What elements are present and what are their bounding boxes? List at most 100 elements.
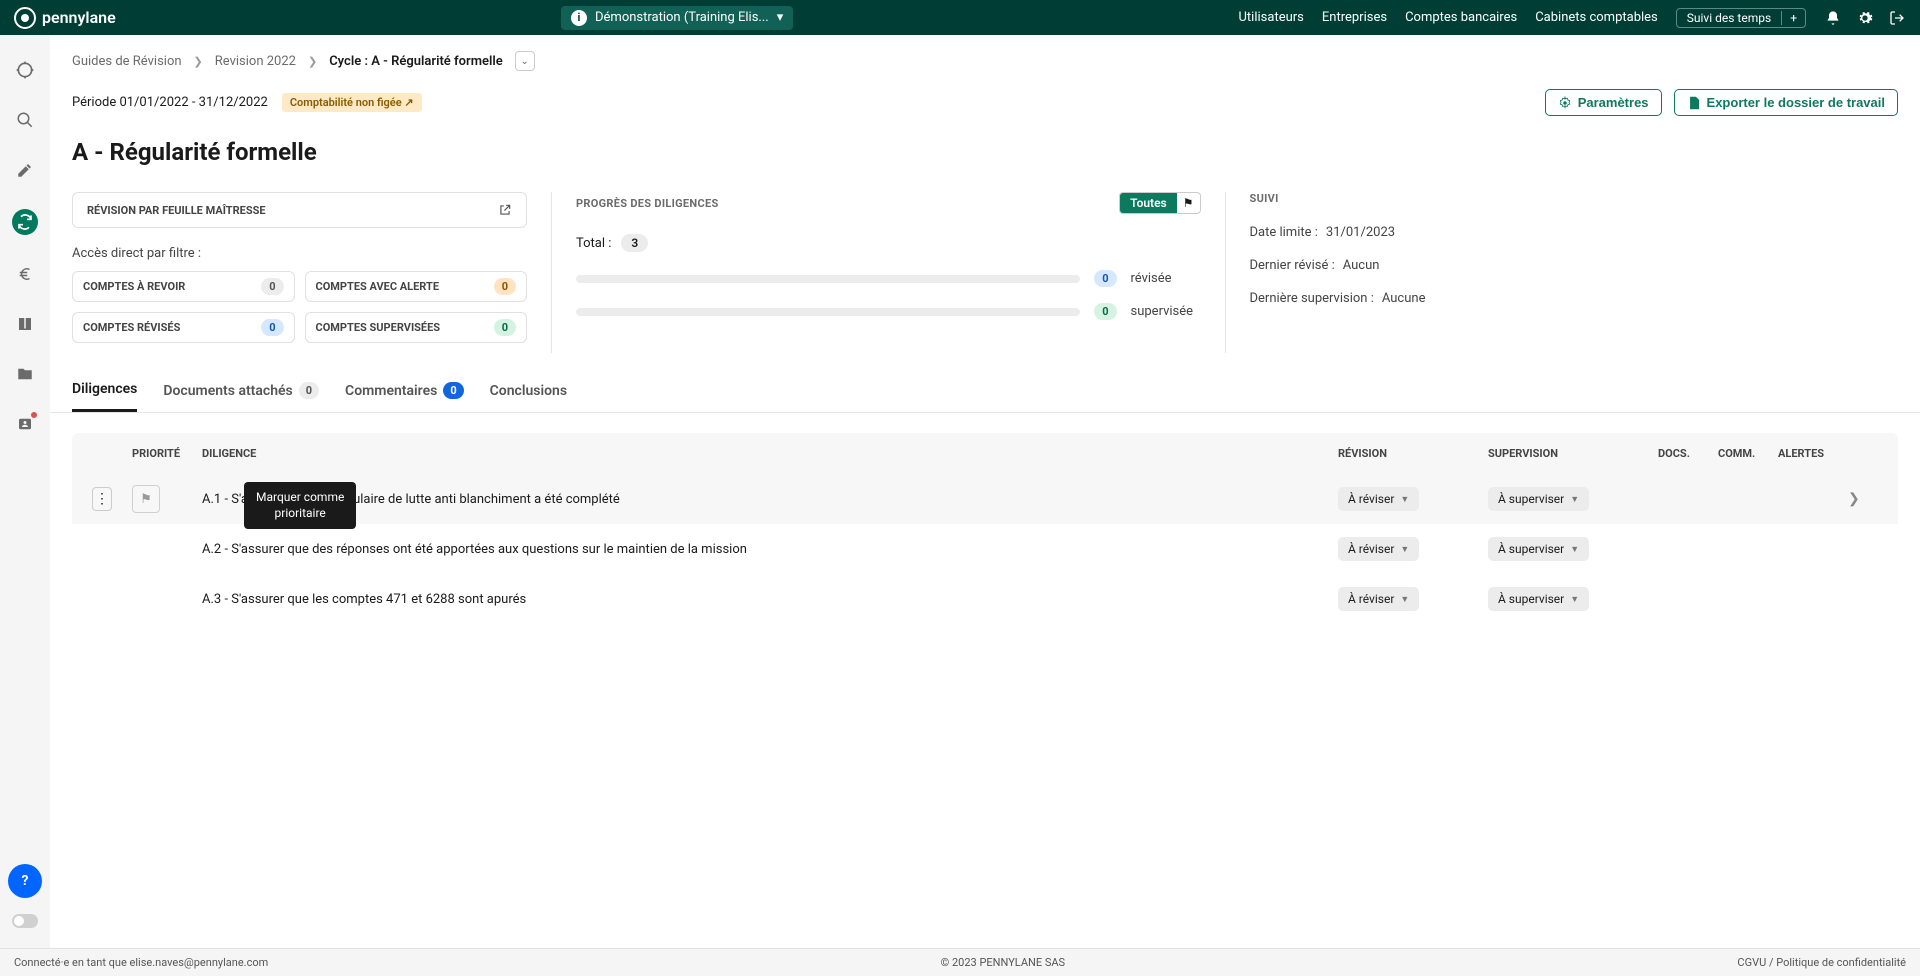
chevron-right-icon: ❯: [194, 55, 203, 68]
total-label: Total :: [576, 236, 611, 251]
cell-revision: À réviser ▼: [1338, 487, 1488, 511]
info-icon: i: [571, 10, 587, 26]
filter-label: COMPTES RÉVISÉS: [83, 321, 180, 334]
progress-reviewed: 0 révisée: [576, 270, 1201, 287]
progress-panel: PROGRÈS DES DILIGENCES Toutes ⚑ Total : …: [552, 192, 1226, 353]
feuille-maitresse-button[interactable]: RÉVISION PAR FEUILLE MAÎTRESSE: [72, 192, 527, 228]
sidebar-item-edit[interactable]: [14, 159, 36, 181]
filter-supervised[interactable]: COMPTES SUPERVISÉES 0: [305, 312, 528, 343]
table-row[interactable]: ⋮ ⚑ Marquer comme prioritaire A.1 - S'as…: [72, 474, 1898, 524]
breadcrumb-guides[interactable]: Guides de Révision: [72, 54, 182, 69]
filter-reviewed[interactable]: COMPTES RÉVISÉS 0: [72, 312, 295, 343]
status-label: À réviser: [1348, 542, 1394, 556]
chevron-down-icon: ▼: [1400, 494, 1409, 505]
status-label: À réviser: [1348, 492, 1394, 506]
breadcrumb-revision[interactable]: Revision 2022: [215, 54, 296, 69]
filter-label: COMPTES AVEC ALERTE: [316, 280, 440, 293]
breadcrumb: Guides de Révision ❯ Revision 2022 ❯ Cyc…: [50, 35, 1920, 71]
last-review-key: Dernier révisé :: [1250, 258, 1335, 273]
cgvu-link[interactable]: CGVU: [1737, 956, 1766, 969]
time-tracking-plus[interactable]: +: [1781, 11, 1805, 25]
help-button[interactable]: ?: [8, 864, 42, 898]
sidebar-toggle[interactable]: [12, 914, 38, 928]
time-tracking-button[interactable]: Suivi des temps +: [1676, 8, 1806, 28]
chevron-down-icon: ▼: [1400, 544, 1409, 555]
status-label: À superviser: [1498, 542, 1564, 556]
brand-text: pennylane: [42, 8, 116, 27]
logout-icon[interactable]: [1888, 9, 1906, 27]
sidebar-item-cycle[interactable]: [12, 209, 38, 235]
nav-firms[interactable]: Cabinets comptables: [1535, 10, 1658, 25]
footer-login-info: Connecté·e en tant que elise.naves@penny…: [14, 956, 268, 969]
count-badge: 0: [494, 319, 516, 336]
tab-label: Diligences: [72, 381, 137, 397]
nav-users[interactable]: Utilisateurs: [1239, 10, 1304, 25]
progress-header: PROGRÈS DES DILIGENCES Toutes ⚑: [576, 192, 1201, 214]
filter-to-review[interactable]: COMPTES À REVOIR 0: [72, 271, 295, 302]
deadline-row: Date limite : 31/01/2023: [1250, 225, 1875, 240]
progress-bar-reviewed: [576, 275, 1080, 283]
status-label: À superviser: [1498, 592, 1564, 606]
cell-priority: ⚑: [132, 485, 202, 513]
main-content: Guides de Révision ❯ Revision 2022 ❯ Cyc…: [50, 35, 1920, 948]
diligences-table: PRIORITÉ DILIGENCE RÉVISION SUPERVISION …: [50, 433, 1920, 624]
last-review-value: Aucun: [1343, 258, 1380, 273]
export-button[interactable]: Exporter le dossier de travail: [1674, 89, 1898, 116]
breadcrumb-dropdown[interactable]: ⌄: [515, 51, 535, 71]
table-row[interactable]: A.2 - S'assurer que des réponses ont été…: [72, 524, 1898, 574]
tab-documents[interactable]: Documents attachés 0: [163, 381, 319, 412]
sidebar-item-scope[interactable]: [14, 59, 36, 81]
footer: Connecté·e en tant que elise.naves@penny…: [0, 948, 1920, 976]
params-button[interactable]: Paramètres: [1545, 89, 1662, 116]
gear-icon[interactable]: [1856, 9, 1874, 27]
total-row: Total : 3: [576, 234, 1201, 252]
toutes-toggle[interactable]: Toutes ⚑: [1119, 192, 1200, 214]
logo[interactable]: pennylane: [14, 7, 116, 29]
footer-copyright: © 2023 PENNYLANE SAS: [268, 956, 1737, 969]
body-wrap: ? Guides de Révision ❯ Revision 2022 ❯ C…: [0, 35, 1920, 948]
sidebar-item-search[interactable]: [14, 109, 36, 131]
time-tracking-label: Suivi des temps: [1677, 11, 1781, 25]
revision-status[interactable]: À réviser ▼: [1338, 537, 1419, 561]
tab-diligences[interactable]: Diligences: [72, 381, 137, 412]
tab-label: Conclusions: [490, 383, 567, 399]
filter-row-1: COMPTES À REVOIR 0 COMPTES AVEC ALERTE 0: [72, 271, 527, 302]
sidebar: ?: [0, 35, 50, 948]
cell-actions: ⋮: [92, 487, 132, 511]
progress-title: PROGRÈS DES DILIGENCES: [576, 197, 719, 210]
table-row[interactable]: A.3 - S'assurer que les comptes 471 et 6…: [72, 574, 1898, 624]
footer-links: CGVU / Politique de confidentialité: [1737, 956, 1906, 969]
last-supervision-value: Aucune: [1382, 291, 1426, 306]
nav-companies[interactable]: Entreprises: [1322, 10, 1387, 25]
bell-icon[interactable]: [1824, 9, 1842, 27]
row-menu-button[interactable]: ⋮: [92, 487, 112, 511]
top-center: i Démonstration (Training Elis... ▾: [116, 6, 1239, 30]
table-header: PRIORITÉ DILIGENCE RÉVISION SUPERVISION …: [72, 433, 1898, 474]
supervision-status[interactable]: À superviser ▼: [1488, 587, 1589, 611]
status-label: À superviser: [1498, 492, 1564, 506]
sidebar-item-book[interactable]: [14, 313, 36, 335]
compta-badge[interactable]: Comptabilité non figée ↗: [282, 93, 422, 112]
col-expand: [1848, 447, 1878, 460]
col-docs: DOCS.: [1658, 447, 1718, 460]
deadline-value: 31/01/2023: [1326, 225, 1395, 240]
filter-alert[interactable]: COMPTES AVEC ALERTE 0: [305, 271, 528, 302]
priority-flag-button[interactable]: ⚑: [132, 485, 160, 513]
sidebar-item-euro[interactable]: [14, 263, 36, 285]
privacy-link[interactable]: Politique de confidentialité: [1776, 956, 1906, 969]
expand-row-button[interactable]: ❯: [1848, 491, 1878, 507]
supervision-status[interactable]: À superviser ▼: [1488, 487, 1589, 511]
revision-status[interactable]: À réviser ▼: [1338, 487, 1419, 511]
params-label: Paramètres: [1578, 95, 1649, 110]
supervision-status[interactable]: À superviser ▼: [1488, 537, 1589, 561]
nav-banks[interactable]: Comptes bancaires: [1405, 10, 1517, 25]
demo-badge[interactable]: i Démonstration (Training Elis... ▾: [561, 6, 793, 30]
revision-status[interactable]: À réviser ▼: [1338, 587, 1419, 611]
topbar: pennylane i Démonstration (Training Elis…: [0, 0, 1920, 35]
cell-supervision: À superviser ▼: [1488, 487, 1658, 511]
sidebar-item-folder[interactable]: [14, 363, 36, 385]
sidebar-item-user[interactable]: [14, 413, 36, 435]
tab-comments[interactable]: Commentaires 0: [345, 381, 464, 412]
tab-conclusions[interactable]: Conclusions: [490, 381, 567, 412]
access-label: Accès direct par filtre :: [72, 246, 527, 261]
